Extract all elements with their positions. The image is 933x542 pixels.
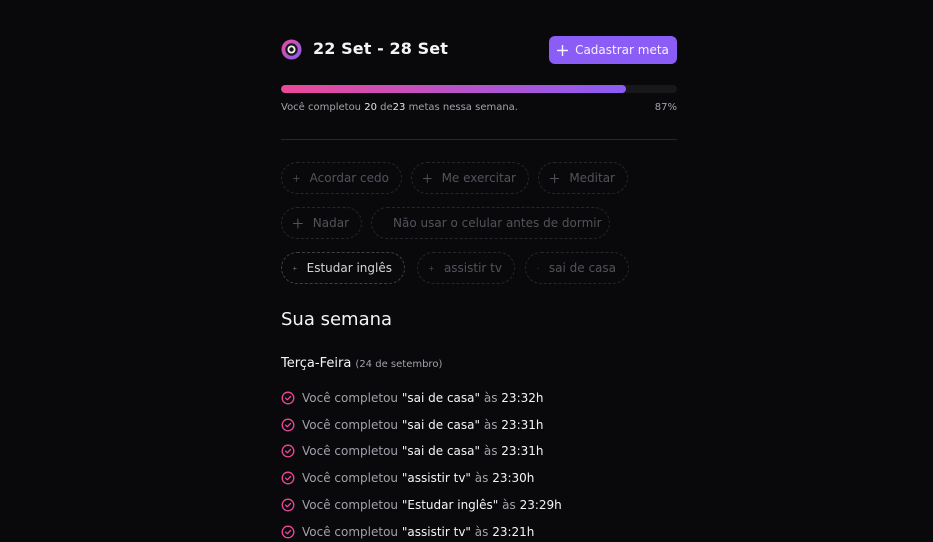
activity-at: às — [474, 471, 489, 486]
add-goal-chip[interactable]: Meditar — [538, 162, 628, 194]
activity-goal: "sai de casa" — [401, 444, 481, 459]
check-circle-icon — [281, 525, 295, 538]
add-goal-chip-label: sai de casa — [548, 261, 616, 275]
progress-of-word: de — [380, 102, 393, 113]
activity-time: 23:29h — [519, 497, 562, 512]
activity-time: 23:31h — [501, 444, 544, 459]
activity-time: 23:32h — [501, 391, 544, 405]
add-goal-chip[interactable]: assistir tv — [417, 252, 515, 284]
activity-at: às — [502, 497, 516, 512]
plus-icon — [537, 267, 539, 269]
progress-bar-fill — [281, 85, 626, 93]
add-goal-chip[interactable]: sai de casa — [525, 252, 629, 284]
add-goal-chip-label: Nadar — [312, 216, 349, 230]
create-goal-button[interactable]: Cadastrar meta — [549, 36, 677, 64]
check-circle-icon — [281, 418, 295, 432]
activity-prefix: Você completou — [302, 391, 399, 405]
activity-time: 23:30h — [492, 471, 535, 486]
activity-goal: "sai de casa" — [401, 391, 481, 405]
add-goal-chip[interactable]: Acordar cedo — [281, 162, 402, 194]
activity-at: às — [474, 524, 489, 539]
progress-prefix: Você completou — [281, 102, 362, 113]
completed-activity-item: Você completou "sai de casa" às 23:32h — [281, 388, 543, 408]
total-count: 23 — [392, 102, 406, 113]
completed-activity-item: Você completou "sai de casa" às 23:31h — [281, 415, 543, 435]
activity-at: às — [483, 417, 498, 432]
add-goal-chip[interactable]: Estudar inglês — [281, 252, 405, 284]
add-goal-chip[interactable]: Não usar o celular antes de dormir — [371, 207, 610, 239]
divider — [281, 139, 677, 140]
plus-icon — [557, 44, 569, 56]
week-range-title: 22 Set - 28 Set — [313, 39, 448, 58]
activity-text: Você completou "Estudar inglês" às 23:29… — [302, 498, 562, 512]
plus-icon — [293, 266, 297, 270]
plus-icon — [423, 173, 432, 183]
plus-icon — [293, 174, 300, 182]
activity-goal: "assistir tv" — [401, 524, 471, 539]
progress-suffix: metas nessa semana. — [408, 102, 518, 113]
check-circle-icon — [281, 498, 295, 512]
activity-prefix: Você completou — [302, 497, 399, 512]
plus-icon — [550, 173, 560, 183]
progress-summary: Você completou 20 de23 metas nessa seman… — [281, 102, 677, 113]
check-circle-icon — [281, 444, 295, 458]
activity-at: às — [483, 391, 498, 405]
day-date: (24 de setembro) — [355, 359, 443, 370]
add-goal-chip-label: Acordar cedo — [309, 171, 389, 185]
check-circle-icon — [281, 391, 295, 405]
plus-icon — [429, 265, 434, 271]
activity-text: Você completou "sai de casa" às 23:32h — [302, 391, 543, 405]
in-orbit-logo-icon — [281, 39, 302, 60]
activity-goal: "sai de casa" — [401, 417, 481, 432]
progress-percent: 87% — [654, 102, 677, 113]
day-weekday: Terça-Feira — [281, 356, 352, 371]
activity-prefix: Você completou — [302, 417, 399, 432]
activity-prefix: Você completou — [302, 471, 399, 486]
activity-goal: "assistir tv" — [401, 471, 471, 486]
add-goal-chip-label: Me exercitar — [441, 171, 516, 185]
activity-time: 23:21h — [492, 524, 535, 539]
activity-at: às — [483, 444, 498, 459]
add-goal-chip[interactable]: Me exercitar — [411, 162, 529, 194]
add-goal-chip-label: Estudar inglês — [306, 261, 392, 275]
completed-activity-item: Você completou "Estudar inglês" às 23:29… — [281, 495, 562, 515]
activity-time: 23:31h — [501, 417, 544, 432]
completed-activity-item: Você completou "sai de casa" às 23:31h — [281, 441, 543, 461]
create-goal-button-label: Cadastrar meta — [575, 43, 669, 57]
day-heading: Terça-Feira (24 de setembro) — [281, 356, 442, 371]
check-circle-icon — [281, 471, 295, 485]
activity-text: Você completou "sai de casa" às 23:31h — [302, 444, 543, 458]
activity-text: Você completou "assistir tv" às 23:30h — [302, 471, 534, 485]
progress-bar — [281, 85, 677, 93]
completed-activity-item: Você completou "assistir tv" às 23:21h — [281, 522, 534, 542]
activity-prefix: Você completou — [302, 444, 399, 459]
add-goal-chip-label: Meditar — [569, 171, 615, 185]
activity-prefix: Você completou — [302, 524, 399, 539]
header: 22 Set - 28 Set Cadastrar meta — [281, 36, 677, 64]
add-goal-chip-label: Não usar o celular antes de dormir — [393, 216, 602, 230]
completed-activity-item: Você completou "assistir tv" às 23:30h — [281, 468, 534, 488]
week-section-title: Sua semana — [281, 309, 393, 330]
activity-text: Você completou "sai de casa" às 23:31h — [302, 418, 543, 432]
completed-count: 20 — [364, 102, 377, 113]
plus-icon — [293, 218, 303, 228]
activity-text: Você completou "assistir tv" às 23:21h — [302, 525, 534, 539]
add-goal-chip-label: assistir tv — [443, 261, 502, 275]
add-goal-chip[interactable]: Nadar — [281, 207, 362, 239]
activity-goal: "Estudar inglês" — [401, 497, 499, 512]
